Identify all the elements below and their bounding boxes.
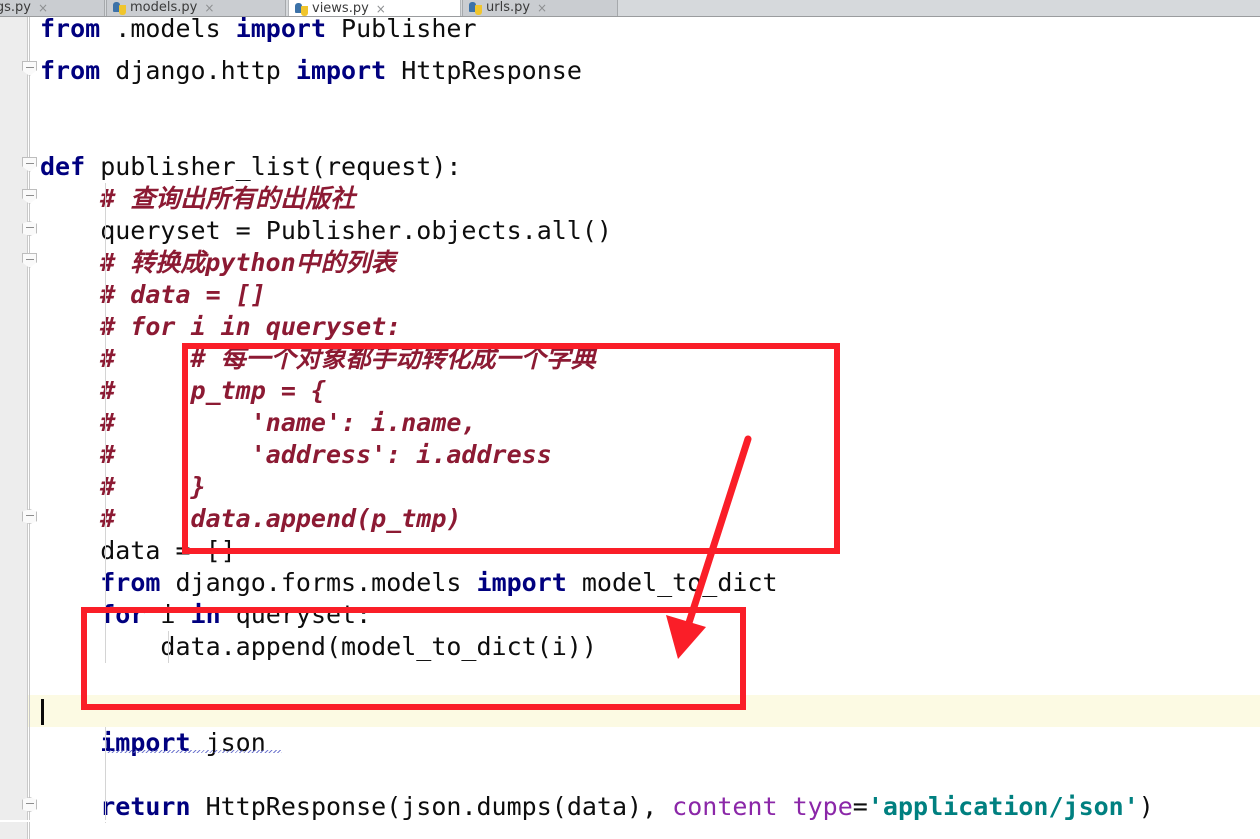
indent-guide [105, 727, 106, 823]
code-token: data.append(model_to_dict(i)) [40, 632, 597, 661]
code-line: # data = [] [40, 279, 266, 311]
code-token: django.forms.models [160, 568, 477, 597]
code-token: import [476, 568, 567, 597]
fold-for-loop-icon[interactable] [22, 509, 37, 524]
tab-label: models.py [130, 0, 198, 15]
code-token: HttpResponse(json.dumps(data), [190, 792, 673, 821]
code-token: ) [1138, 792, 1154, 821]
fold-minus-icon [26, 227, 34, 228]
code-token: from [40, 56, 101, 85]
code-token: content_type [672, 792, 853, 821]
editor-tab-bar: ings.py × models.py × views.py × urls.py… [0, 0, 1260, 17]
code-token: # data = [] [40, 280, 266, 309]
tab-urls-py[interactable]: urls.py × [462, 0, 618, 16]
fold-minus-icon [26, 195, 34, 196]
code-line: data.append(model_to_dict(i)) [40, 631, 597, 663]
code-token: queryset = Publisher.objects.all() [40, 216, 612, 245]
fold-minus-icon [26, 803, 34, 804]
code-token: .models [100, 17, 236, 43]
python-file-icon [469, 2, 482, 15]
code-token: # 转换成python中的列表 [40, 248, 396, 277]
tab-models-py[interactable]: models.py × [106, 0, 286, 16]
code-editor[interactable]: from .models import Publisher from django… [0, 17, 1260, 839]
code-token: queryset: [220, 600, 372, 629]
code-line: # for i in queryset: [40, 311, 401, 343]
code-token: import [235, 17, 326, 43]
code-token: # } [40, 472, 206, 501]
code-token: return [100, 792, 191, 821]
fold-guide-line [29, 17, 30, 839]
code-line: data = [] [40, 535, 236, 567]
indent-guide [168, 631, 169, 663]
fold-minus-icon [26, 515, 34, 516]
code-token: # 查询出所有的出版社 [40, 184, 356, 213]
python-file-icon [295, 3, 308, 16]
code-token: # # 每一个对象都手动转化成一个字典 [40, 344, 596, 373]
pycharm-editor-window: ings.py × models.py × views.py × urls.py… [0, 0, 1260, 839]
close-icon[interactable]: × [537, 2, 547, 15]
code-token: # p_tmp = { [40, 376, 326, 405]
code-token: publisher_list(request): [85, 152, 462, 181]
code-token: from [40, 17, 101, 43]
annotation-arrow [666, 435, 752, 659]
code-token: # data.append(p_tmp) [40, 504, 462, 533]
code-token: django.http [100, 56, 296, 85]
code-line: from django.http import HttpResponse [40, 55, 582, 87]
editor-gutter[interactable] [0, 17, 28, 839]
code-token: for [100, 600, 146, 629]
python-file-icon [113, 2, 126, 15]
close-icon[interactable]: × [38, 2, 48, 15]
fold-minus-icon [26, 163, 34, 164]
code-token: # for i in queryset: [40, 312, 402, 341]
code-line: # } [40, 471, 206, 503]
code-line: # p_tmp = { [40, 375, 326, 407]
code-line: # 转换成python中的列表 [40, 247, 396, 279]
code-token: # 'address': i.address [40, 440, 552, 469]
close-icon[interactable]: × [204, 2, 214, 15]
unused-import-warning-squiggle [106, 750, 282, 753]
code-token: data = [] [40, 536, 236, 565]
code-line: from django.forms.models import model_to… [40, 567, 778, 599]
code-line: from .models import Publisher [40, 17, 477, 45]
code-token: def [40, 152, 86, 181]
indent-guide [105, 183, 106, 663]
code-token: Publisher [326, 17, 477, 43]
tab-bar-empty-area [620, 0, 1260, 16]
code-token: import [295, 56, 387, 85]
code-line: # # 每一个对象都手动转化成一个字典 [40, 343, 596, 375]
code-token: model_to_dict [566, 568, 778, 597]
code-line: # 'address': i.address [40, 439, 552, 471]
fold-comment-2-icon[interactable] [22, 221, 37, 236]
code-token: = [852, 792, 868, 821]
current-line-highlight [0, 695, 1260, 727]
code-token: from [100, 568, 161, 597]
code-line: return HttpResponse(json.dumps(data), co… [40, 791, 1154, 823]
code-token: HttpResponse [386, 56, 582, 85]
text-caret [41, 699, 44, 725]
code-token: 'application/json' [867, 792, 1139, 821]
tab-label: urls.py [486, 0, 531, 15]
tab-label: ings.py [0, 0, 31, 15]
code-line: import json [40, 727, 266, 759]
code-line: queryset = Publisher.objects.all() [40, 215, 612, 247]
fold-minus-icon [26, 67, 34, 68]
code-line: # data.append(p_tmp) [40, 503, 461, 535]
fold-minus-icon [26, 259, 34, 260]
tab-settings-py[interactable]: ings.py × [0, 0, 105, 16]
code-line: def publisher_list(request): [40, 151, 461, 183]
fold-return-icon[interactable] [22, 797, 37, 812]
code-token: i [145, 600, 191, 629]
editor-bottom-edge [0, 820, 1260, 822]
tab-views-py[interactable]: views.py × [288, 0, 461, 16]
code-line: for i in queryset: [40, 599, 371, 631]
close-icon[interactable]: × [376, 3, 386, 16]
code-line: # 查询出所有的出版社 [40, 183, 355, 215]
tab-label: views.py [312, 1, 369, 16]
code-token: in [190, 600, 221, 629]
